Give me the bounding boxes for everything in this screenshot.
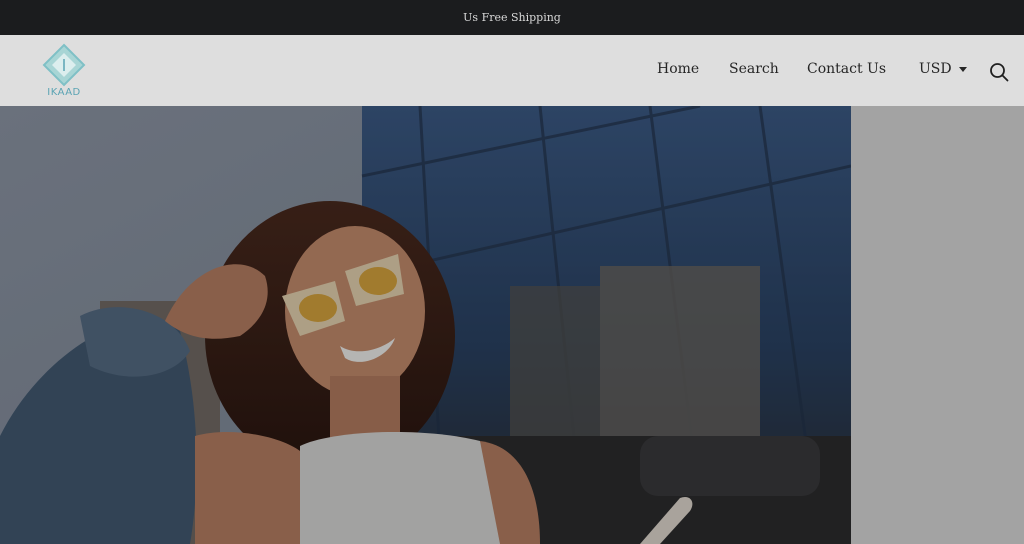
logo-text: IKAAD xyxy=(47,87,81,98)
currency-value: USD xyxy=(919,61,952,77)
chevron-down-icon xyxy=(958,66,967,72)
site-logo[interactable]: IKAAD xyxy=(40,43,88,101)
announcement-bar: Us Free Shipping xyxy=(0,0,1024,35)
nav-contact-us[interactable]: Contact Us xyxy=(807,61,886,77)
currency-selector[interactable]: USD xyxy=(919,61,967,77)
hero-photo xyxy=(0,106,851,544)
announcement-text: Us Free Shipping xyxy=(463,11,561,24)
hero-image xyxy=(0,106,851,544)
nav-search[interactable]: Search xyxy=(729,61,779,77)
search-icon[interactable] xyxy=(989,62,1009,82)
logo-diamond-icon xyxy=(42,43,86,87)
nav-home[interactable]: Home xyxy=(657,61,699,77)
side-panel xyxy=(851,106,1024,544)
site-header: IKAAD Home Search Contact Us USD xyxy=(0,35,1024,106)
